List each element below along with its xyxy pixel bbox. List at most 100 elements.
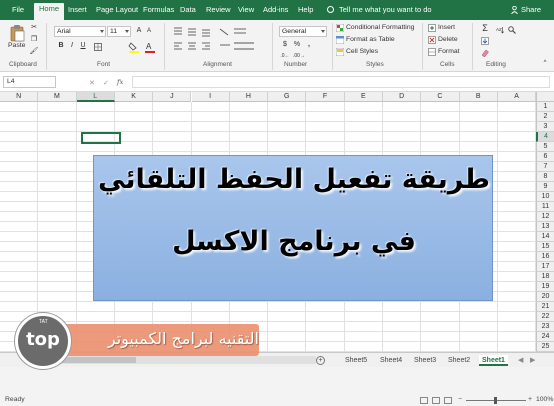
cut-icon[interactable]: ✂ bbox=[29, 23, 39, 33]
tab-addins[interactable]: Add-ins bbox=[263, 4, 288, 20]
format-cells-button[interactable]: Format bbox=[438, 48, 460, 55]
row-header-6[interactable]: 6 bbox=[536, 152, 554, 162]
tab-view[interactable]: View bbox=[238, 4, 254, 20]
sheet-tab-sheet5[interactable]: Sheet5 bbox=[342, 355, 370, 366]
select-all-corner[interactable] bbox=[536, 92, 554, 102]
zoom-out-button[interactable]: − bbox=[458, 396, 462, 403]
row-header-11[interactable]: 11 bbox=[536, 202, 554, 212]
borders-icon[interactable] bbox=[94, 43, 102, 51]
row-header-9[interactable]: 9 bbox=[536, 182, 554, 192]
column-header-l[interactable]: L bbox=[76, 92, 115, 102]
normal-view-icon[interactable] bbox=[420, 397, 428, 404]
clear-eraser-icon[interactable] bbox=[481, 49, 489, 57]
column-header-c[interactable]: C bbox=[421, 92, 460, 102]
percent-button[interactable]: % bbox=[292, 40, 302, 50]
font-size-dropdown[interactable]: 11 bbox=[107, 26, 131, 37]
name-box[interactable]: L4 bbox=[3, 76, 56, 88]
row-header-5[interactable]: 5 bbox=[536, 142, 554, 152]
italic-button[interactable]: I bbox=[67, 41, 77, 51]
cancel-entry-icon[interactable]: ✕ bbox=[89, 79, 95, 87]
tab-review[interactable]: Review bbox=[206, 4, 231, 20]
row-header-17[interactable]: 17 bbox=[536, 262, 554, 272]
underline-button[interactable]: U bbox=[78, 41, 88, 51]
tab-help[interactable]: Help bbox=[298, 4, 313, 20]
column-header-d[interactable]: D bbox=[383, 92, 422, 102]
column-header-f[interactable]: F bbox=[306, 92, 345, 102]
format-as-table-button[interactable]: Format as Table bbox=[346, 36, 395, 43]
row-header-16[interactable]: 16 bbox=[536, 252, 554, 262]
row-header-15[interactable]: 15 bbox=[536, 242, 554, 252]
font-color-icon[interactable]: A bbox=[144, 41, 156, 53]
row-header-23[interactable]: 23 bbox=[536, 322, 554, 332]
row-header-21[interactable]: 21 bbox=[536, 302, 554, 312]
confirm-entry-icon[interactable]: ✓ bbox=[103, 79, 109, 87]
row-header-4[interactable]: 4 bbox=[536, 132, 554, 142]
row-header-14[interactable]: 14 bbox=[536, 232, 554, 242]
row-header-1[interactable]: 1 bbox=[536, 102, 554, 112]
format-painter-icon[interactable]: 🖌 bbox=[29, 47, 39, 57]
column-header-j[interactable]: J bbox=[153, 92, 192, 102]
autosum-button[interactable]: Σ bbox=[480, 23, 490, 33]
column-header-m[interactable]: M bbox=[38, 92, 77, 102]
sheet-tab-sheet1[interactable]: Sheet1 bbox=[479, 355, 508, 366]
row-header-3[interactable]: 3 bbox=[536, 122, 554, 132]
paste-button[interactable]: Paste bbox=[8, 42, 25, 49]
insert-cells-button[interactable]: Insert bbox=[438, 24, 455, 31]
share-button[interactable]: Share bbox=[521, 4, 541, 16]
number-format-dropdown[interactable]: General bbox=[279, 26, 327, 37]
column-header-a[interactable]: A bbox=[497, 92, 537, 102]
zoom-slider-thumb[interactable] bbox=[494, 397, 497, 404]
fill-down-icon[interactable] bbox=[481, 37, 489, 45]
scroll-tabs-left-icon[interactable]: ◀ bbox=[518, 356, 523, 364]
zoom-level[interactable]: 100% bbox=[536, 396, 553, 403]
row-header-19[interactable]: 19 bbox=[536, 282, 554, 292]
row-header-25[interactable]: 25 bbox=[536, 342, 554, 352]
row-header-10[interactable]: 10 bbox=[536, 192, 554, 202]
copy-icon[interactable]: ❐ bbox=[29, 35, 39, 45]
fill-color-icon[interactable] bbox=[128, 41, 140, 53]
sheet-tab-sheet2[interactable]: Sheet2 bbox=[445, 355, 473, 366]
find-select-icon[interactable] bbox=[508, 26, 516, 34]
increase-decimal-icon[interactable]: .0← bbox=[280, 51, 290, 61]
tab-file[interactable]: File bbox=[12, 4, 24, 20]
decrease-font-icon[interactable]: A bbox=[144, 26, 154, 36]
currency-button[interactable]: $ bbox=[280, 40, 290, 50]
conditional-formatting-button[interactable]: Conditional Formatting bbox=[346, 24, 414, 31]
page-break-view-icon[interactable] bbox=[444, 397, 452, 404]
decrease-decimal-icon[interactable]: .00→ bbox=[293, 51, 305, 61]
comma-style-button[interactable]: , bbox=[304, 40, 314, 50]
tab-insert[interactable]: Insert bbox=[68, 4, 87, 20]
row-header-2[interactable]: 2 bbox=[536, 112, 554, 122]
tab-data[interactable]: Data bbox=[180, 4, 196, 20]
row-header-8[interactable]: 8 bbox=[536, 172, 554, 182]
sheet-tab-sheet3[interactable]: Sheet3 bbox=[411, 355, 439, 366]
active-cell[interactable] bbox=[81, 132, 121, 144]
sheet-tab-sheet4[interactable]: Sheet4 bbox=[377, 355, 405, 366]
column-header-e[interactable]: E bbox=[344, 92, 383, 102]
increase-font-icon[interactable]: A bbox=[134, 26, 144, 36]
column-header-h[interactable]: H bbox=[229, 92, 269, 102]
tell-me-search[interactable]: Tell me what you want to do bbox=[339, 4, 432, 16]
cell-styles-button[interactable]: Cell Styles bbox=[346, 48, 378, 55]
zoom-in-button[interactable]: + bbox=[528, 396, 532, 403]
add-sheet-button[interactable]: + bbox=[316, 356, 325, 365]
column-header-b[interactable]: B bbox=[459, 92, 498, 102]
tab-page-layout[interactable]: Page Layout bbox=[96, 4, 138, 20]
bold-button[interactable]: B bbox=[56, 41, 66, 51]
row-header-22[interactable]: 22 bbox=[536, 312, 554, 322]
column-header-i[interactable]: I bbox=[191, 92, 230, 102]
paste-icon[interactable] bbox=[9, 24, 25, 42]
column-header-n[interactable]: N bbox=[0, 92, 39, 102]
alignment-icons[interactable] bbox=[172, 26, 258, 54]
column-header-g[interactable]: G bbox=[268, 92, 307, 102]
page-layout-view-icon[interactable] bbox=[432, 397, 440, 404]
tab-home[interactable]: Home bbox=[34, 3, 65, 20]
font-name-dropdown[interactable]: Arial bbox=[54, 26, 106, 37]
row-header-18[interactable]: 18 bbox=[536, 272, 554, 282]
row-header-24[interactable]: 24 bbox=[536, 332, 554, 342]
scroll-tabs-right-icon[interactable]: ▶ bbox=[530, 356, 535, 364]
delete-cells-button[interactable]: Delete bbox=[438, 36, 458, 43]
formula-input[interactable] bbox=[132, 76, 550, 88]
row-header-13[interactable]: 13 bbox=[536, 222, 554, 232]
tab-formulas[interactable]: Formulas bbox=[143, 4, 174, 20]
